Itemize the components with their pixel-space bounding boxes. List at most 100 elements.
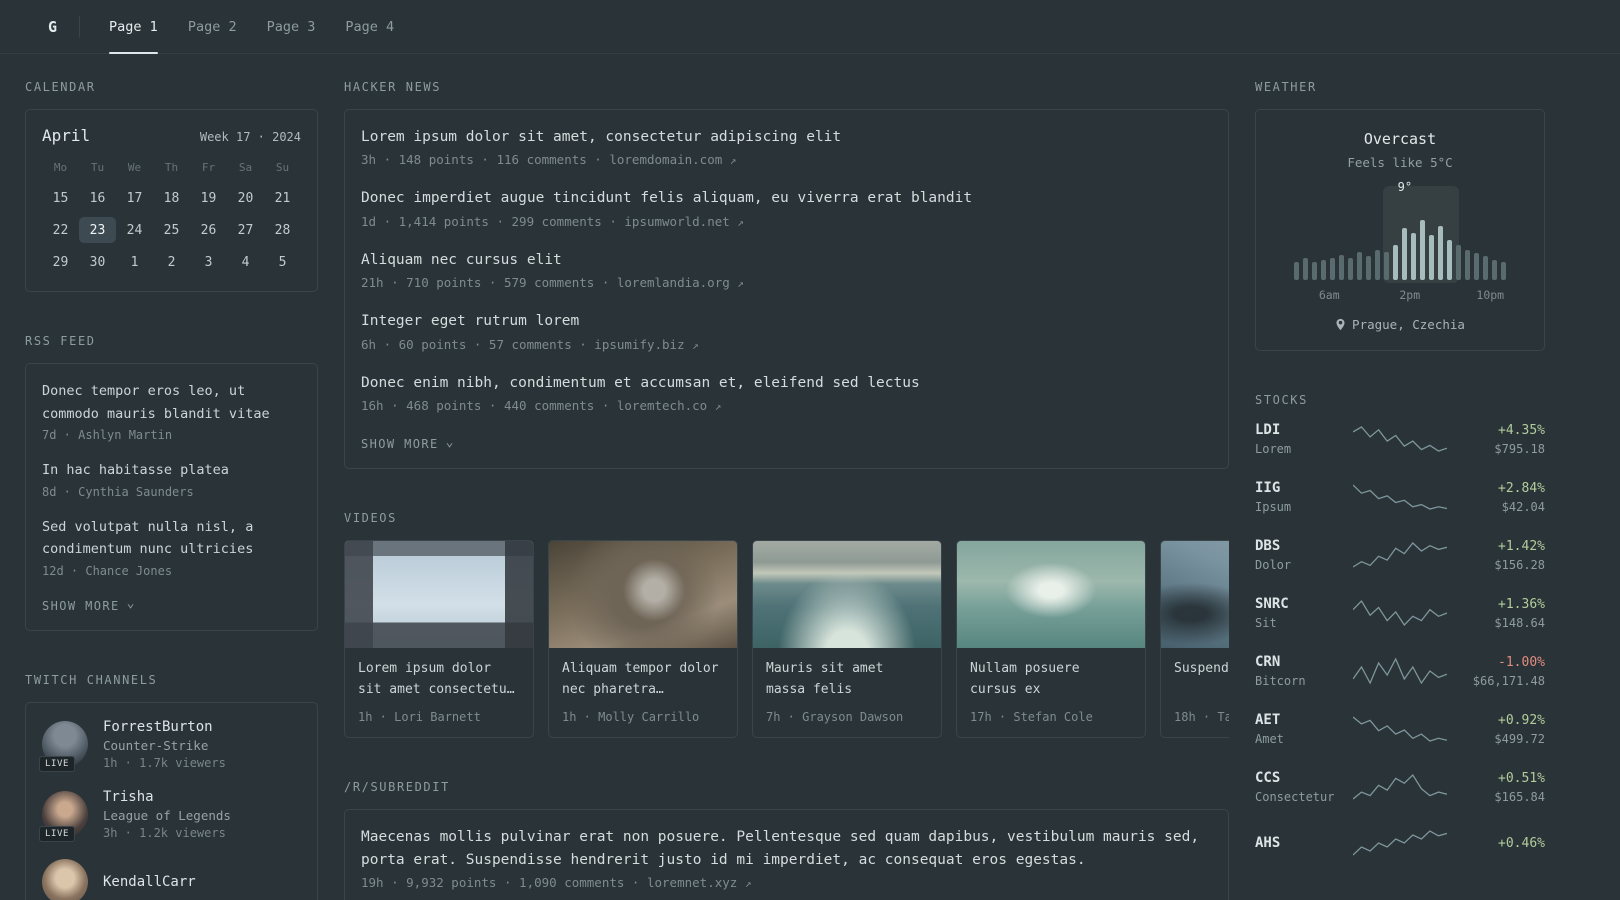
hackernews-item-title[interactable]: Donec enim nibh, condimentum et accumsan… <box>361 375 920 391</box>
stock-sparkline <box>1353 828 1447 858</box>
weather-bar <box>1366 256 1371 280</box>
calendar-day: 2 <box>167 254 176 270</box>
stock-row[interactable]: IIG Ipsum +2.84% $42.04 <box>1255 480 1545 514</box>
video-meta: 17h · Stefan Cole <box>970 710 1093 725</box>
twitch-avatar <box>42 858 88 900</box>
weather-bar <box>1348 258 1353 280</box>
stock-row[interactable]: AHS +0.46% <box>1255 828 1545 858</box>
video-card[interactable]: Suspendisse diam 18h · Tara <box>1160 540 1229 739</box>
stock-symbol: SNRC <box>1255 596 1289 612</box>
hackernews-show-more-button[interactable]: SHOW MORE ⌄ <box>361 436 455 452</box>
hackernews-item-domain-link[interactable]: ipsumworld.net ↗ <box>624 214 744 229</box>
stock-row[interactable]: LDI Lorem +4.35% $795.18 <box>1255 422 1545 456</box>
hackernews-item-title[interactable]: Donec imperdiet augue tincidunt felis al… <box>361 190 972 206</box>
weather-bar <box>1456 244 1461 280</box>
calendar-day: 30 <box>89 254 106 270</box>
stock-sparkline <box>1353 772 1447 802</box>
stock-price: $156.28 <box>1494 557 1545 572</box>
middle-column: HACKER NEWS Lorem ipsum dolor sit amet, … <box>344 80 1229 900</box>
weather-bar <box>1393 244 1398 280</box>
twitch-channel-row[interactable]: LIVE Trisha League of Legends 3h · 1.2k … <box>39 789 301 843</box>
video-thumbnail <box>549 541 737 649</box>
calendar-day: 24 <box>126 222 143 238</box>
twitch-channel-row[interactable]: LIVE ForrestBurton Counter-Strike 1h · 1… <box>39 718 301 773</box>
video-meta: 1h · Lori Barnett <box>358 710 481 725</box>
calendar-card: April Week 17 · 2024 Mo Tu We Th Fr Sa S… <box>25 109 318 292</box>
video-card[interactable]: Lorem ipsum dolor sit amet consectetu… 1… <box>344 540 534 739</box>
subreddit-post-title[interactable]: Maecenas mollis pulvinar erat non posuer… <box>361 829 1199 867</box>
stock-row[interactable]: CCS Consectetur +0.51% $165.84 <box>1255 770 1545 804</box>
hackernews-list: Lorem ipsum dolor sit amet, consectetur … <box>361 126 1212 413</box>
rss-item-title[interactable]: Donec tempor eros leo, ut commodo mauris… <box>42 383 270 422</box>
stocks-widget: STOCKS LDI Lorem +4.35% $795.18 IIG Ipsu… <box>1255 393 1545 858</box>
rss-item-title[interactable]: In hac habitasse platea <box>42 462 229 478</box>
weather-bar <box>1474 253 1479 280</box>
hackernews-item-domain: ipsumworld.net <box>624 213 730 229</box>
twitch-channel-name: ForrestBurton <box>103 718 213 735</box>
twitch-channel-name: KendallCarr <box>103 873 196 890</box>
subreddit-post-stats: 19h · 9,932 points · 1,090 comments · <box>361 875 647 891</box>
stock-row[interactable]: AET Amet +0.92% $499.72 <box>1255 712 1545 746</box>
calendar-day: 26 <box>200 222 217 238</box>
video-card[interactable]: Nullam posuere cursus ex 17h · Stefan Co… <box>956 540 1146 739</box>
stock-symbol: AHS <box>1255 835 1281 851</box>
stock-symbol: AET <box>1255 712 1281 728</box>
calendar-day: 16 <box>89 190 106 206</box>
video-card[interactable]: Mauris sit amet massa felis 7h · Grayson… <box>752 540 942 739</box>
stock-change: +1.36% <box>1498 596 1545 612</box>
calendar-day: 25 <box>163 222 180 238</box>
page-tab[interactable]: Page 3 <box>252 0 331 53</box>
video-thumbnail <box>345 541 533 649</box>
hackernews-item-domain-link[interactable]: loremlandia.org ↗ <box>617 275 744 290</box>
stock-sparkline <box>1353 598 1447 628</box>
subreddit-post-meta: 19h · 9,932 points · 1,090 comments · lo… <box>361 875 1212 890</box>
rss-item-meta: 12d · Chance Jones <box>42 563 173 578</box>
weather-bar <box>1312 261 1317 280</box>
calendar-header: April Week 17 · 2024 <box>42 126 301 145</box>
stock-row[interactable]: DBS Dolor +1.42% $156.28 <box>1255 538 1545 572</box>
hackernews-item-title[interactable]: Lorem ipsum dolor sit amet, consectetur … <box>361 129 841 145</box>
video-meta: 7h · Grayson Dawson <box>766 710 904 725</box>
hackernews-item-domain-link[interactable]: loremtech.co ↗ <box>617 398 721 413</box>
page-tab[interactable]: Page 2 <box>173 0 252 53</box>
hackernews-item-domain: ipsumify.biz <box>594 336 685 352</box>
rss-show-more-button[interactable]: SHOW MORE ⌄ <box>42 597 136 613</box>
page-tab[interactable]: Page 4 <box>330 0 409 53</box>
calendar-day: 15 <box>52 190 69 206</box>
video-title: Aliquam tempor dolor nec pharetra… <box>562 661 719 697</box>
page-tabs: Page 1 Page 2 Page 3 Page 4 <box>94 0 409 54</box>
page-tab[interactable]: Page 1 <box>94 0 173 54</box>
twitch-channel-row[interactable]: KendallCarr <box>42 858 301 900</box>
hackernews-item-domain-link[interactable]: ipsumify.biz ↗ <box>594 337 698 352</box>
weather-condition: Overcast <box>1363 130 1437 148</box>
video-meta: 1h · Molly Carrillo <box>562 710 700 725</box>
stock-change: +1.42% <box>1498 538 1545 554</box>
stock-info: CRN Bitcorn <box>1255 654 1343 688</box>
twitch-channel-name: Trisha <box>103 788 154 805</box>
video-thumbnail <box>957 541 1145 649</box>
video-card[interactable]: Aliquam tempor dolor nec pharetra… 1h · … <box>548 540 738 739</box>
hackernews-item-stats: 16h · 468 points · 440 comments · <box>361 398 617 414</box>
weather-time-label: 10pm <box>1476 288 1505 302</box>
calendar-day: 29 <box>52 254 69 270</box>
subreddit-post-domain-link[interactable]: loremnet.xyz ↗ <box>647 875 751 890</box>
stock-name: Amet <box>1255 732 1284 746</box>
hackernews-item-title[interactable]: Aliquam nec cursus elit <box>361 252 562 268</box>
videos-widget-title: VIDEOS <box>344 511 397 526</box>
app-logo[interactable]: G <box>40 14 65 40</box>
stock-row[interactable]: CRN Bitcorn -1.00% $66,171.48 <box>1255 654 1545 688</box>
stock-values: +1.36% $148.64 <box>1457 597 1545 630</box>
twitch-channel-info: Trisha League of Legends 3h · 1.2k viewe… <box>103 789 231 840</box>
twitch-channel-game: League of Legends <box>103 807 231 823</box>
hackernews-item-domain-link[interactable]: loremdomain.com ↗ <box>609 152 736 167</box>
stock-price: $66,171.48 <box>1472 673 1545 688</box>
right-column: WEATHER Overcast Feels like 5°C 9° 6am 2… <box>1255 80 1545 900</box>
hackernews-item-stats: 6h · 60 points · 57 comments · <box>361 336 595 352</box>
hackernews-show-more-label: SHOW MORE <box>361 437 439 452</box>
stock-row[interactable]: SNRC Sit +1.36% $148.64 <box>1255 596 1545 630</box>
rss-item-title[interactable]: Sed volutpat nulla nisl, a condimentum n… <box>42 519 253 558</box>
external-link-icon: ↗ <box>714 400 722 414</box>
external-link-icon: ↗ <box>737 215 744 229</box>
video-card-body: Lorem ipsum dolor sit amet consectetu… 1… <box>345 648 533 737</box>
hackernews-item-title[interactable]: Integer eget rutrum lorem <box>361 313 579 329</box>
